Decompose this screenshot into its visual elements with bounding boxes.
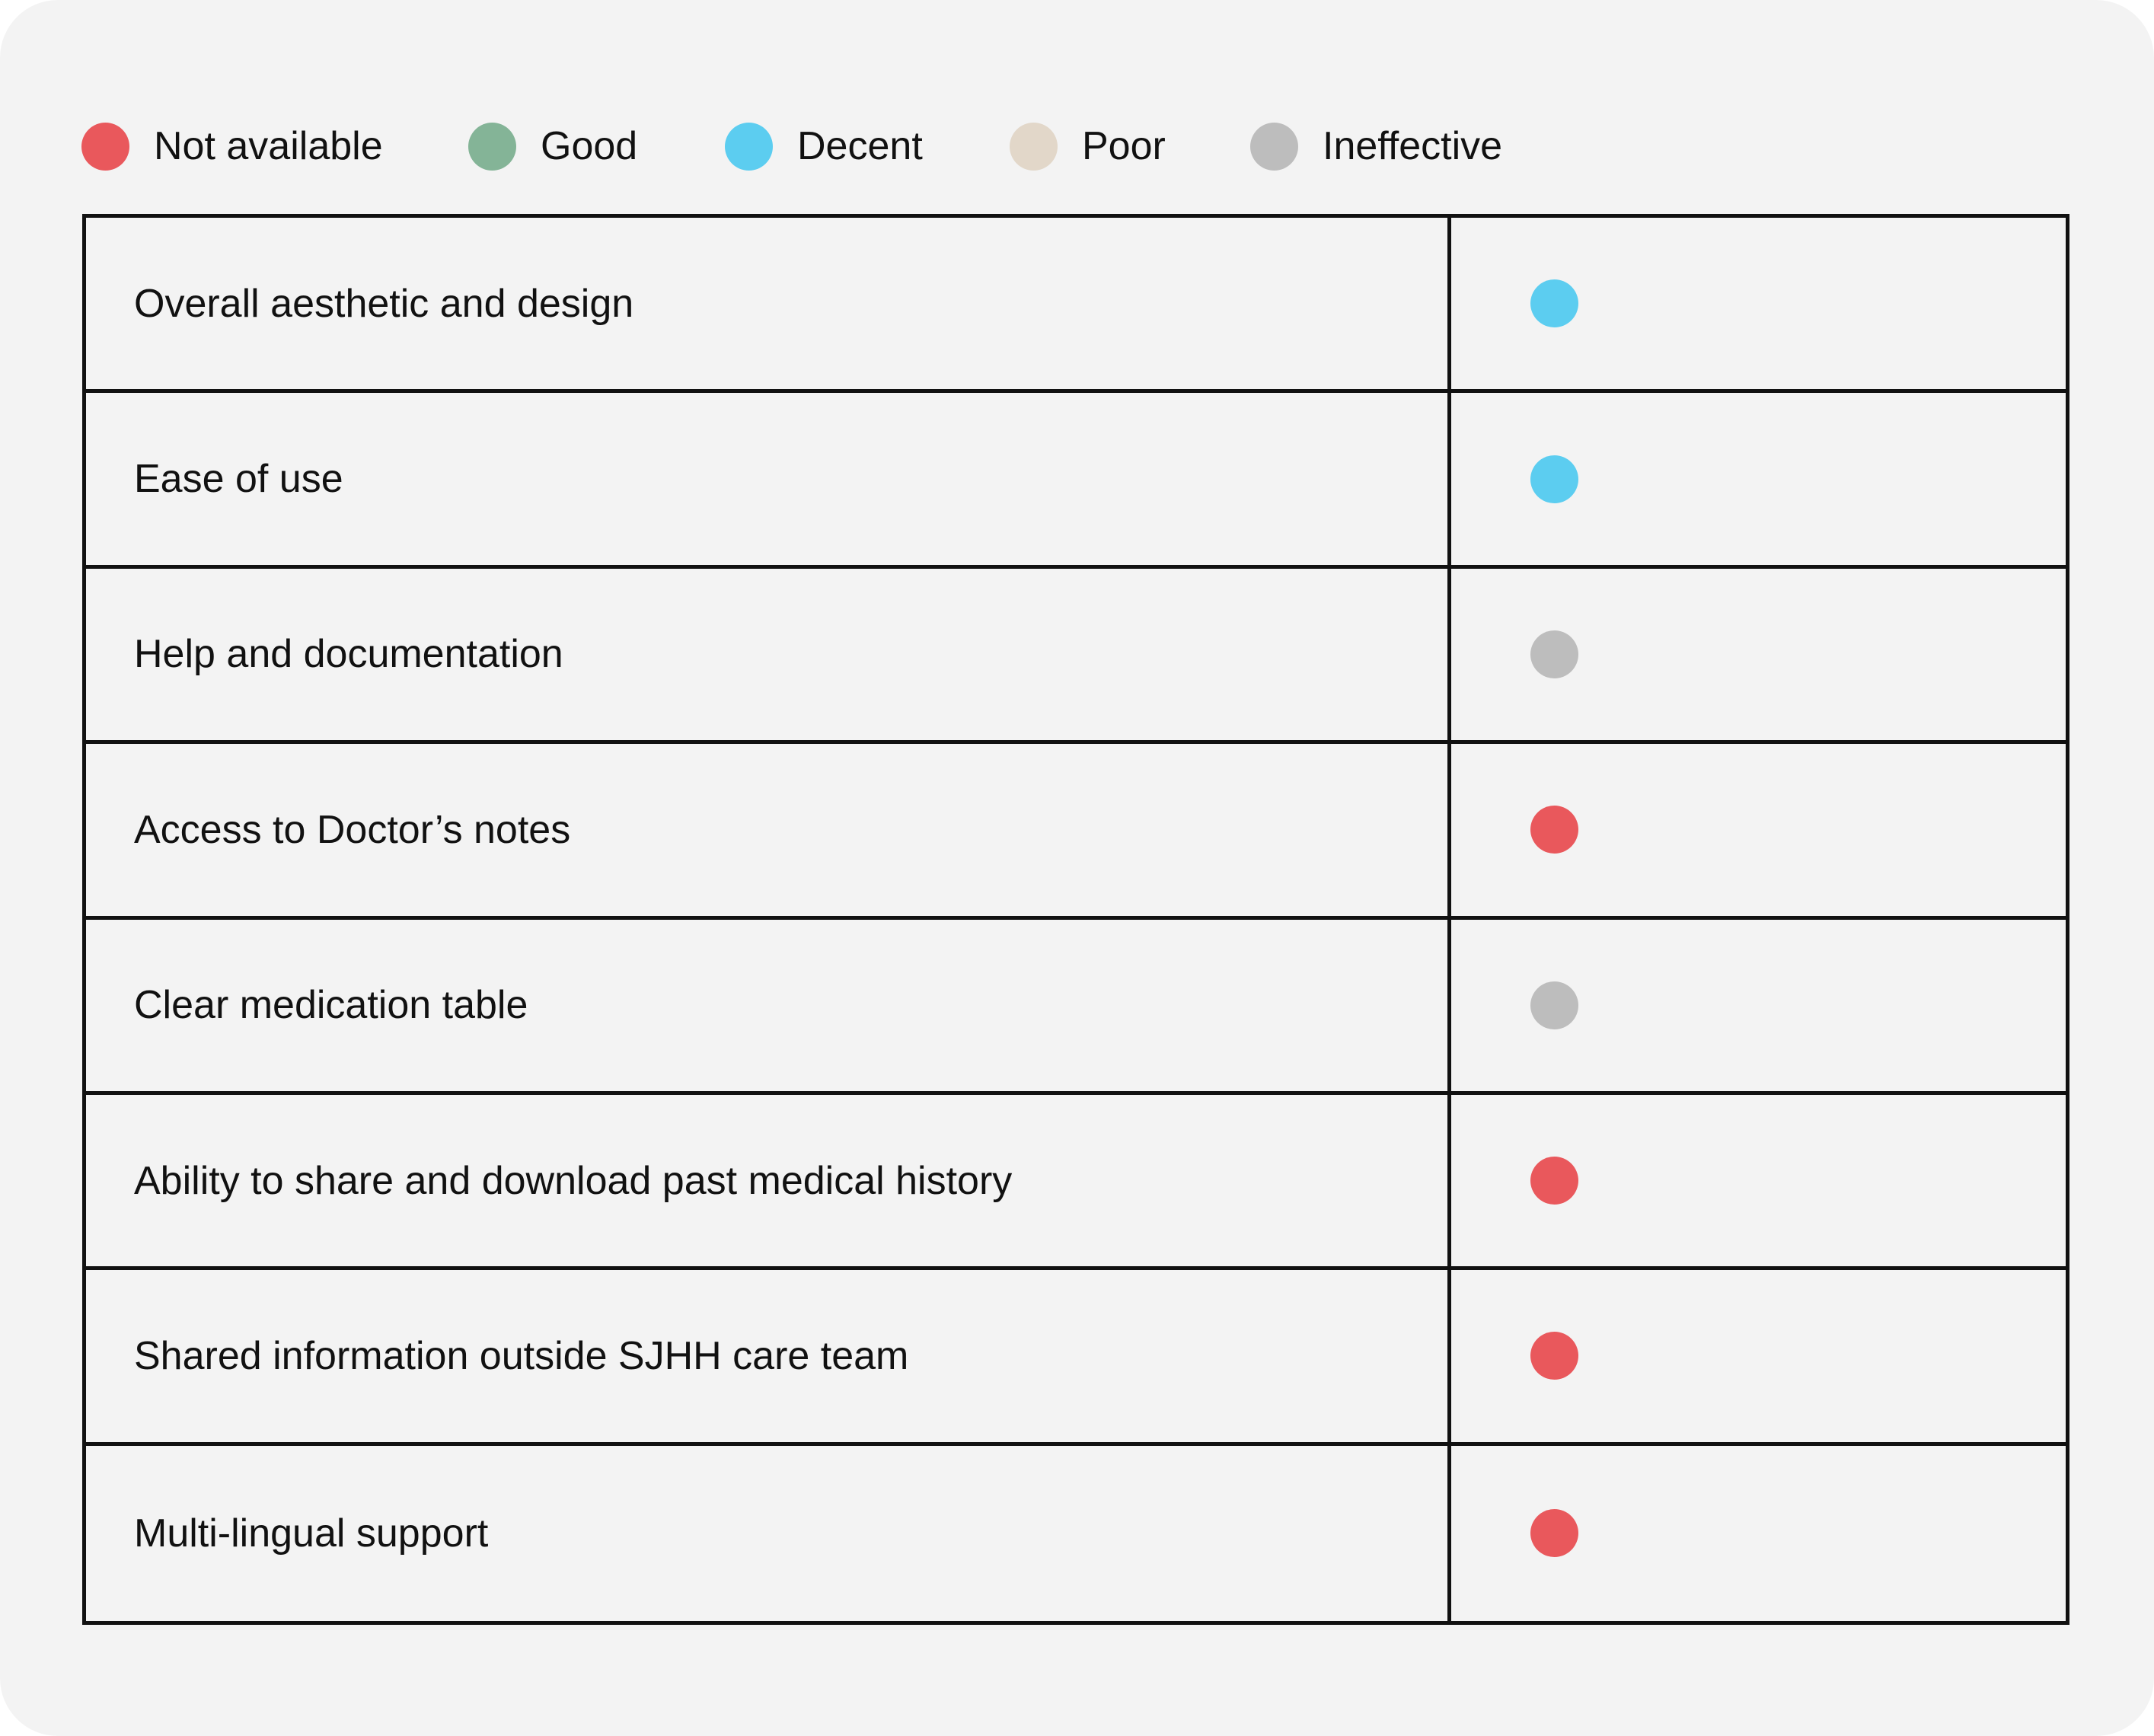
rating-dot-icon	[1530, 806, 1578, 854]
rating-cell	[1451, 744, 2066, 920]
legend-item-decent: Decent	[725, 120, 1010, 173]
rating-cell	[1451, 218, 2066, 394]
poor-dot-icon	[1010, 122, 1058, 171]
good-dot-icon	[468, 122, 516, 171]
rating-dot-icon	[1530, 1509, 1578, 1558]
feature-label: Access to Doctor’s notes	[86, 744, 1451, 920]
legend-item-poor: Poor	[1010, 120, 1250, 173]
feature-label: Shared information outside SJHH care tea…	[86, 1270, 1451, 1446]
feature-label: Clear medication table	[86, 919, 1451, 1095]
rating-dot-icon	[1530, 279, 1578, 328]
decent-dot-icon	[725, 122, 773, 171]
legend-item-not-available: Not available	[81, 120, 468, 173]
feature-label: Multi-lingual support	[86, 1445, 1451, 1621]
rating-card: Not available Good Decent Poor Ineffecti…	[0, 0, 2154, 1736]
feature-label: Overall aesthetic and design	[86, 218, 1451, 394]
legend-label: Not available	[154, 124, 383, 168]
legend-label: Decent	[797, 124, 923, 168]
rating-cell	[1451, 1095, 2066, 1271]
rating-cell	[1451, 1446, 2066, 1621]
rating-table: Overall aesthetic and design Ease of use…	[82, 214, 2069, 1625]
feature-label: Help and documentation	[86, 568, 1451, 745]
ineffective-dot-icon	[1250, 122, 1298, 171]
rating-dot-icon	[1530, 455, 1578, 503]
rating-cell	[1451, 569, 2066, 745]
rating-cell	[1451, 393, 2066, 569]
legend-label: Good	[541, 124, 638, 168]
rating-dot-icon	[1530, 1332, 1578, 1380]
feature-label: Ease of use	[86, 393, 1451, 569]
rating-cell	[1451, 1270, 2066, 1446]
legend-label: Ineffective	[1323, 124, 1503, 168]
legend-item-ineffective: Ineffective	[1250, 120, 1555, 173]
rating-dot-icon	[1530, 1157, 1578, 1205]
legend: Not available Good Decent Poor Ineffecti…	[81, 120, 1555, 173]
legend-item-good: Good	[468, 120, 725, 173]
rating-dot-icon	[1530, 981, 1578, 1029]
not-available-dot-icon	[81, 122, 129, 171]
rating-dot-icon	[1530, 630, 1578, 678]
rating-cell	[1451, 920, 2066, 1095]
legend-label: Poor	[1082, 124, 1166, 168]
feature-label: Ability to share and download past medic…	[86, 1094, 1451, 1271]
